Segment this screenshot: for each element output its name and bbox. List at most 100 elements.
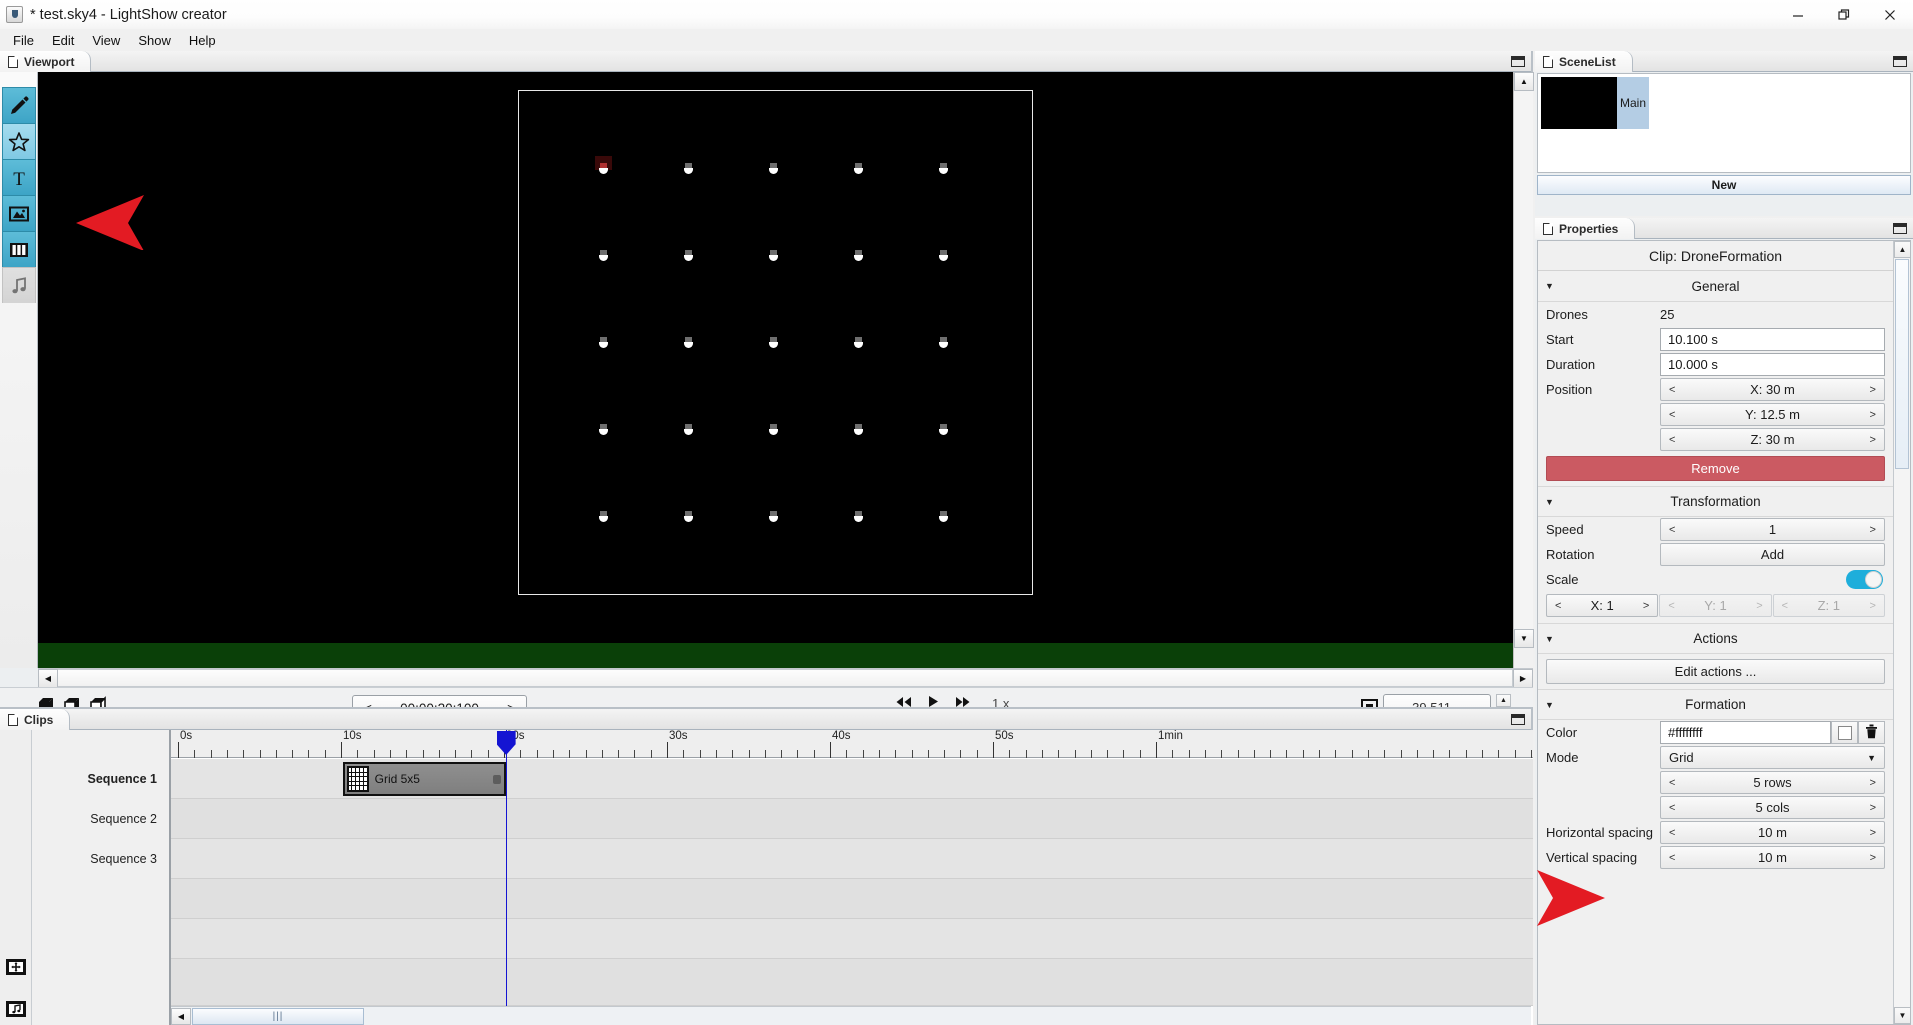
speed-prev[interactable]: < (1669, 524, 1675, 536)
section-general-header[interactable]: ▼ General (1538, 271, 1893, 302)
mode-dropdown[interactable]: Grid ▼ (1660, 746, 1885, 769)
drone-marker[interactable] (599, 511, 608, 522)
film-tool-button[interactable] (1, 231, 36, 267)
rows-stepper[interactable]: < 5 rows > (1660, 771, 1885, 794)
props-scroll-thumb[interactable] (1895, 259, 1909, 469)
drone-marker[interactable] (599, 424, 608, 435)
properties-minimize-button[interactable] (1893, 223, 1907, 234)
viewport-canvas[interactable] (38, 72, 1513, 668)
text-tool-button[interactable]: T (1, 159, 36, 195)
drone-marker[interactable] (684, 250, 693, 261)
drone-marker[interactable] (684, 511, 693, 522)
shape-tool-button[interactable] (1, 123, 36, 159)
audio-tool-button[interactable] (1, 267, 36, 303)
duration-input[interactable]: 10.000 s (1660, 353, 1885, 376)
rotation-add-button[interactable]: Add (1660, 543, 1885, 566)
add-audio-track-button[interactable] (4, 997, 28, 1021)
scene-item-main[interactable]: Main (1617, 77, 1649, 129)
clips-minimize-button[interactable] (1511, 714, 1525, 725)
track-row[interactable] (171, 959, 1533, 1006)
clips-hscroll-thumb[interactable]: ||| (192, 1007, 364, 1025)
position-z-stepper[interactable]: < Z: 30 m > (1660, 428, 1885, 451)
hspacing-next[interactable]: > (1870, 827, 1876, 839)
speed-stepper[interactable]: < 1 > (1660, 518, 1885, 541)
scroll-up-arrow[interactable]: ▲ (1514, 72, 1534, 91)
close-icon[interactable] (1867, 0, 1913, 29)
remove-button[interactable]: Remove (1546, 456, 1885, 481)
drone-marker[interactable] (854, 511, 863, 522)
scroll-left-arrow[interactable]: ◀ (38, 669, 58, 688)
drone-marker[interactable] (854, 337, 863, 348)
track-label-sequence-1[interactable]: Sequence 1 (88, 772, 157, 786)
timeline-area[interactable]: 0s10s20s30s40s50s1min Grid 5x5 (171, 730, 1533, 1025)
menu-edit[interactable]: Edit (43, 31, 83, 50)
scale-z-prev[interactable]: < (1782, 600, 1788, 612)
color-input[interactable]: #ffffffff (1660, 721, 1831, 744)
section-transformation-header[interactable]: ▼ Transformation (1538, 486, 1893, 517)
add-motion-track-button[interactable] (4, 955, 28, 979)
cols-stepper[interactable]: < 5 cols > (1660, 796, 1885, 819)
drone-marker[interactable] (854, 250, 863, 261)
chevron-down-icon[interactable]: ▼ (1545, 700, 1554, 710)
position-z-next[interactable]: > (1870, 434, 1876, 446)
viewport-minimize-button[interactable] (1511, 56, 1525, 67)
restore-icon[interactable] (1821, 0, 1867, 29)
track-row[interactable] (171, 879, 1533, 919)
drone-marker[interactable] (939, 337, 948, 348)
timeline-playhead[interactable] (496, 730, 516, 1025)
drone-marker[interactable] (595, 156, 612, 174)
scale-x-stepper[interactable]: < X: 1 > (1546, 594, 1659, 617)
timeline-clip-grid-5x5[interactable]: Grid 5x5 (342, 762, 506, 796)
speed-next[interactable]: > (1870, 524, 1876, 536)
drone-marker[interactable] (939, 250, 948, 261)
chevron-down-icon[interactable]: ▼ (1545, 281, 1554, 291)
chevron-down-icon[interactable]: ▼ (1867, 753, 1876, 763)
track-label-sequence-3[interactable]: Sequence 3 (90, 852, 157, 866)
drone-marker[interactable] (769, 424, 778, 435)
rows-prev[interactable]: < (1669, 777, 1675, 789)
drone-marker[interactable] (769, 163, 778, 174)
drone-marker[interactable] (599, 250, 608, 261)
clear-color-button[interactable] (1858, 721, 1885, 744)
edit-actions-button[interactable]: Edit actions ... (1546, 659, 1885, 684)
position-x-next[interactable]: > (1870, 384, 1876, 396)
viewport-hscroll-thumb[interactable] (58, 669, 1513, 687)
drone-marker[interactable] (854, 424, 863, 435)
props-scroll-down-arrow[interactable]: ▼ (1894, 1007, 1910, 1024)
hspacing-prev[interactable]: < (1669, 827, 1675, 839)
track-label-sequence-2[interactable]: Sequence 2 (90, 812, 157, 826)
drone-marker[interactable] (684, 424, 693, 435)
scene-thumbnail[interactable] (1541, 77, 1617, 129)
vspacing-next[interactable]: > (1870, 852, 1876, 864)
tab-scenelist[interactable]: SceneList (1535, 51, 1633, 72)
scenelist-minimize-button[interactable] (1893, 56, 1907, 67)
cols-next[interactable]: > (1870, 802, 1876, 814)
position-x-stepper[interactable]: < X: 30 m > (1660, 378, 1885, 401)
scale-x-next[interactable]: > (1643, 600, 1649, 612)
scroll-down-arrow[interactable]: ▼ (1514, 629, 1534, 648)
drone-marker[interactable] (939, 163, 948, 174)
viewport-vertical-scrollbar[interactable]: ▲ ▼ (1513, 72, 1534, 668)
menu-help[interactable]: Help (180, 31, 225, 50)
scroll-right-arrow[interactable]: ▶ (1513, 669, 1533, 688)
menu-file[interactable]: File (4, 31, 43, 50)
chevron-down-icon[interactable]: ▼ (1545, 634, 1554, 644)
drone-marker[interactable] (769, 337, 778, 348)
tab-viewport[interactable]: Viewport (0, 51, 92, 72)
viewport-horizontal-scrollbar[interactable]: ◀ ▶ (38, 668, 1533, 688)
scale-toggle[interactable] (1846, 570, 1883, 589)
position-x-prev[interactable]: < (1669, 384, 1675, 396)
viewport-vscroll-track[interactable] (1514, 91, 1533, 629)
drone-marker[interactable] (599, 337, 608, 348)
start-input[interactable]: 10.100 s (1660, 328, 1885, 351)
scale-y-next[interactable]: > (1756, 600, 1762, 612)
cols-prev[interactable]: < (1669, 802, 1675, 814)
position-y-stepper[interactable]: < Y: 12.5 m > (1660, 403, 1885, 426)
scale-y-prev[interactable]: < (1668, 600, 1674, 612)
track-row[interactable] (171, 919, 1533, 959)
position-y-prev[interactable]: < (1669, 409, 1675, 421)
vspacing-prev[interactable]: < (1669, 852, 1675, 864)
scale-z-stepper[interactable]: < Z: 1 > (1772, 594, 1885, 617)
timeline-ruler[interactable]: 0s10s20s30s40s50s1min (171, 730, 1533, 758)
chevron-down-icon[interactable]: ▼ (1545, 497, 1554, 507)
